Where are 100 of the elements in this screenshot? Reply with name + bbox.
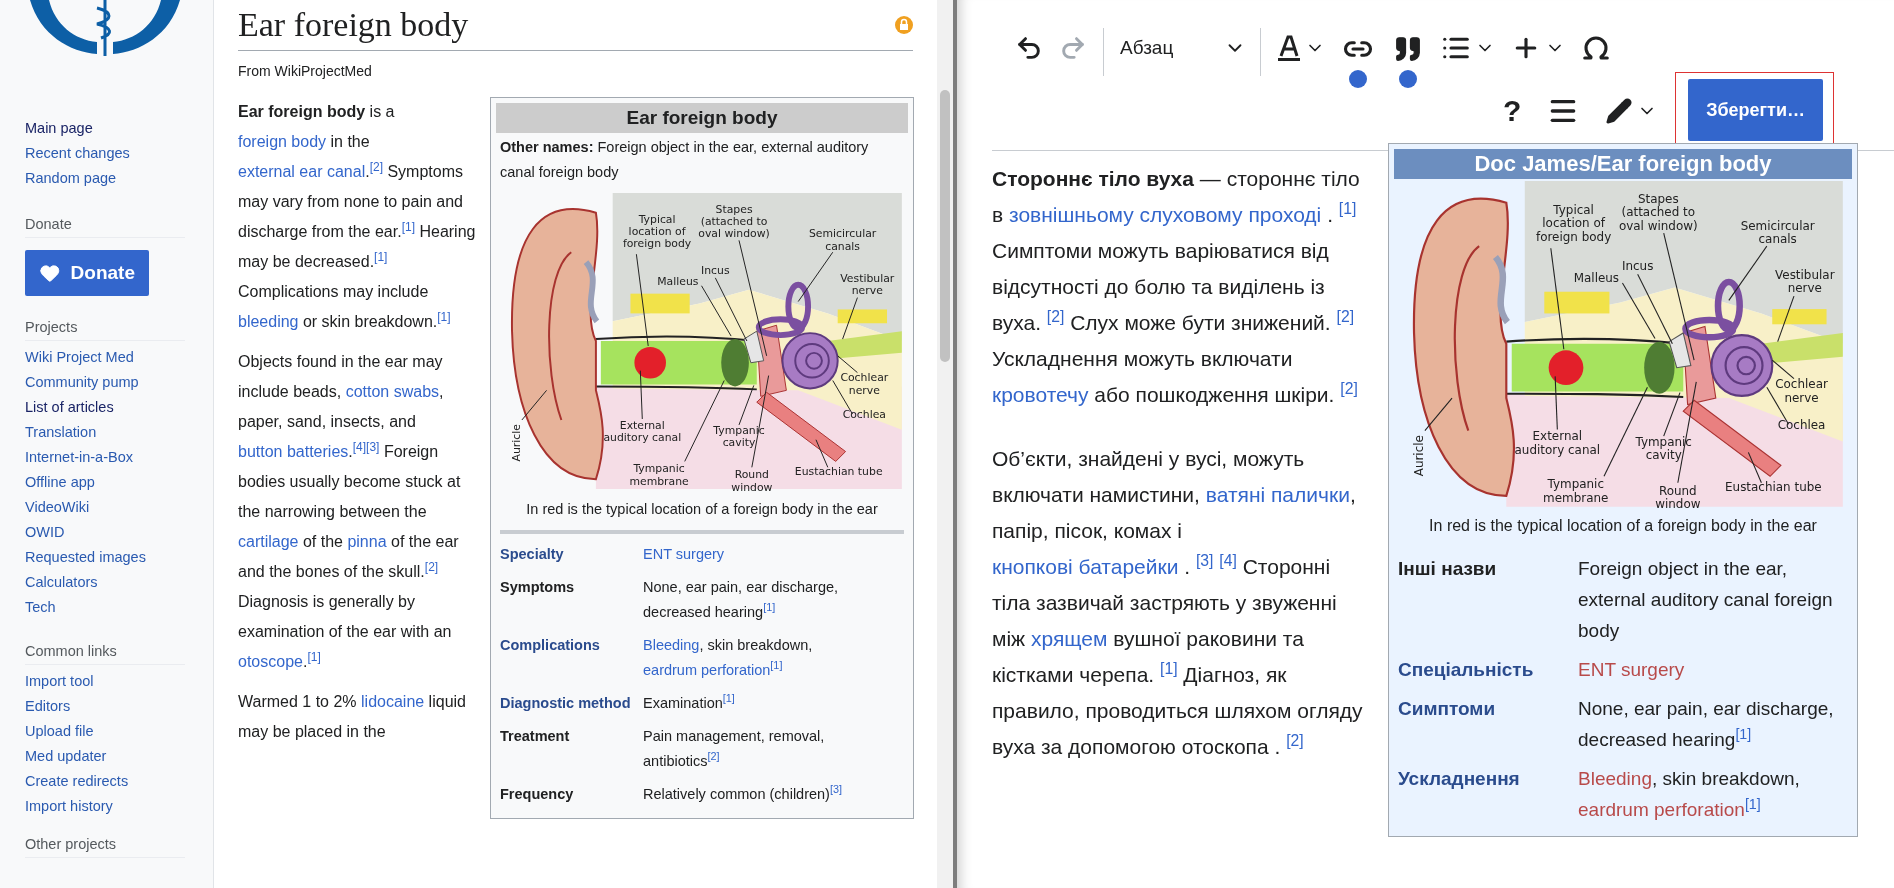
article-link[interactable]: pinna	[347, 533, 387, 550]
reference-link[interactable]: [3]	[366, 439, 380, 454]
diagram-label: Tympanic cavity	[1635, 434, 1692, 463]
diagram-label: Semicircular canals	[809, 227, 877, 253]
infobox-value: Foreign object in the ear, external auditory canal foreign body	[1578, 557, 1834, 643]
diagram-label: Tympanic cavity	[713, 423, 765, 450]
infobox-label: Frequency	[500, 785, 575, 804]
diagram-label: Auricle	[1411, 435, 1426, 477]
diagram-label: Eustachian tube	[794, 465, 883, 479]
donate-button[interactable]: Donate	[25, 250, 149, 296]
diagram-label: Incus	[1621, 259, 1654, 273]
reference-link[interactable]: [1]	[1735, 725, 1752, 742]
sidebar-link[interactable]: Main page	[25, 116, 93, 141]
article-link[interactable]: lidocaine	[361, 693, 425, 710]
reference-link[interactable]: [2]	[1046, 308, 1065, 325]
diagram-label: Typical location of foreign body	[1535, 202, 1612, 244]
article-link[interactable]: button batteries	[238, 443, 349, 460]
reference-link[interactable]: [2]	[1340, 380, 1358, 397]
help-button[interactable]: ?	[1494, 94, 1530, 128]
missing-page-link[interactable]: eardrum perforation	[1578, 799, 1745, 820]
sidebar-link[interactable]: Offline app	[25, 470, 95, 495]
reference-link[interactable]: [2]	[424, 559, 439, 574]
article-link[interactable]: Bleeding	[643, 637, 700, 653]
save-button[interactable]: Зберегти…	[1688, 79, 1823, 141]
diagram-label: External auditory canal	[1514, 429, 1601, 457]
notification-dot-icon	[1399, 70, 1417, 88]
sidebar-link[interactable]: Requested images	[25, 545, 146, 570]
article-link[interactable]: otoscope	[238, 653, 303, 670]
reference-link[interactable]: [1]	[1744, 795, 1761, 812]
reference-link[interactable]: [1]	[722, 692, 735, 705]
sidebar-link[interactable]: Import history	[25, 794, 113, 819]
infobox-label[interactable]: Diagnostic method	[500, 691, 635, 716]
reference-link[interactable]: [3]	[829, 783, 843, 796]
reference-link[interactable]: [4]	[352, 439, 367, 454]
infobox-label[interactable]: Спеціальність	[1398, 654, 1570, 685]
article-link[interactable]: палички	[1271, 483, 1350, 506]
article-link[interactable]: cartilage	[238, 533, 299, 550]
sidebar-heading: Other projects	[25, 831, 185, 858]
article-paragraph: Об’єкти, знайдені у вусі, можуть включати намистини, ватяні палички, папір, пісок, комах і кнопкові батарейки . $^{[3]}$ $^{[4]}$ Сторонні тіла зазвичай застряють у звуженні між хрящем вушної раковини та кістками черепа. $^{[1]}$ Діагноз, як правило, проводиться шляхом огляду вуха за допомогою отоскопа . $^{[2]}$	[992, 446, 1364, 760]
infobox-label: Інші назви	[1398, 557, 1498, 581]
reference-link[interactable]: [4]	[1219, 552, 1237, 569]
sidebar-link[interactable]: VideoWiki	[25, 495, 90, 520]
paragraph-format-dropdown[interactable]: Абзац	[1112, 28, 1252, 68]
sidebar-link[interactable]: Recent changes	[25, 141, 130, 166]
sidebar-link[interactable]: Tech	[25, 595, 56, 620]
redo-icon	[1059, 34, 1087, 62]
reference-link[interactable]: [2]	[369, 159, 383, 174]
article-link[interactable]: проході	[1248, 203, 1322, 226]
pencil-icon	[1605, 97, 1634, 125]
article-paragraph: Стороннє тіло вуха — стороннє тіло в зовнішньому слуховому проході . $^{[1]}$ Симптоми можуть варіюватися від відсутності до болю та виділень із вуха. $^{[2]}$ Слух може бути знижений. $^{[2]}$ Ускладнення можуть включати кровотечу або пошкодження шкіри. $^{[2]}$	[992, 166, 1361, 408]
article-link[interactable]: хрящем	[1031, 627, 1108, 650]
article-link[interactable]: bleeding	[238, 313, 299, 330]
reference-link[interactable]: [3]	[1195, 552, 1214, 569]
article-link[interactable]: external ear canal	[238, 163, 366, 180]
article-link[interactable]: ватяні	[1205, 483, 1266, 506]
sidebar-link[interactable]: Community pump	[25, 370, 139, 395]
article-paragraph: Objects found in the ear may include beads, cotton swabs, paper, sand, insects, and button batteries.$^{[4]}$$^{[3]}$ Foreign bodies usually become stuck at the narrowing between the cartilage of the pinna of the ear and the bones of the skull.$^{[2]}$ Diagnosis is generally by examination of the ear with an otoscope.$^{[1]}$	[238, 352, 462, 672]
article-link[interactable]: eardrum perforation	[643, 662, 771, 678]
sidebar-link[interactable]: Med updater	[25, 744, 107, 769]
reference-link[interactable]: [1]	[307, 649, 321, 664]
article-link[interactable]: зовнішньому слуховому	[1009, 203, 1243, 226]
sidebar-link[interactable]: Create redirects	[25, 769, 129, 794]
article-link[interactable]: ENT surgery	[643, 546, 725, 562]
reference-link[interactable]: [1]	[1338, 200, 1357, 217]
reference-link[interactable]: [1]	[401, 219, 415, 234]
sidebar-link[interactable]: Random page	[25, 166, 117, 191]
sidebar-link[interactable]: Internet-in-a-Box	[25, 445, 133, 470]
sidebar-link[interactable]: Upload file	[25, 719, 94, 744]
diagram-label: Stapes (attached to oval window)	[698, 202, 770, 241]
sidebar-link[interactable]: Editors	[25, 694, 71, 719]
diagram-label: Vestibular nerve	[840, 271, 895, 298]
infobox-label[interactable]: Ускладнення	[1398, 763, 1570, 794]
article-link[interactable]: кнопкові батарейки	[992, 555, 1179, 578]
sidebar-link[interactable]: Import tool	[25, 669, 94, 694]
reference-link[interactable]: [1]	[770, 659, 783, 672]
reference-link[interactable]: [1]	[1160, 660, 1178, 677]
reference-link[interactable]: [1]	[763, 601, 776, 614]
sidebar-link[interactable]: OWID	[25, 520, 65, 545]
scrollbar[interactable]	[937, 0, 953, 888]
sidebar-link[interactable]: Wiki Project Med	[25, 345, 134, 370]
reference-link[interactable]: [1]	[374, 249, 388, 264]
reference-link[interactable]: [2]	[1286, 732, 1304, 749]
missing-page-link[interactable]: ENT surgery	[1578, 659, 1685, 680]
infobox-label[interactable]: Specialty	[500, 542, 635, 567]
reference-link[interactable]: [2]	[1336, 308, 1355, 325]
diagram-label: Malleus	[657, 274, 699, 288]
infobox-label[interactable]: Complications	[500, 633, 635, 658]
text-style-icon	[1277, 34, 1301, 62]
reference-link[interactable]: [2]	[707, 750, 720, 763]
infobox-title: Doc James/Ear foreign body	[1394, 149, 1852, 179]
sidebar-link[interactable]: Translation	[25, 420, 97, 445]
missing-page-link[interactable]: Bleeding	[1578, 768, 1652, 789]
infobox-value: None, ear pain, ear discharge, decreased hearing$^{[1]}$	[643, 578, 840, 622]
infobox-label[interactable]: Симптоми	[1398, 693, 1570, 724]
reference-link[interactable]: [1]	[437, 309, 451, 324]
article-link[interactable]: кровотечу	[992, 383, 1089, 406]
infobox-label: Treatment	[500, 727, 571, 746]
sidebar-link[interactable]: List of articles	[25, 395, 114, 420]
sidebar-link[interactable]: Calculators	[25, 570, 98, 595]
article-link[interactable]: foreign body	[238, 133, 327, 150]
